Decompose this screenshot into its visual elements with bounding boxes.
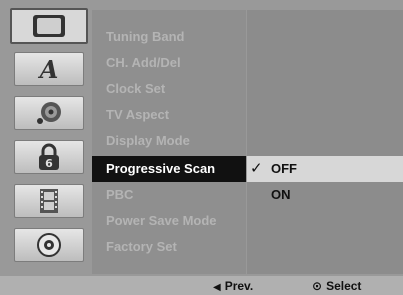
menu-item-pbc[interactable]: PBC <box>92 182 246 208</box>
menu-item-progressive-scan[interactable]: Progressive Scan <box>92 156 246 182</box>
category-icon-column: A 6 <box>8 6 88 274</box>
tab-audio-setup[interactable] <box>14 96 84 130</box>
select-hint[interactable]: ⊙ Select <box>312 279 361 293</box>
select-circle-icon: ⊙ <box>312 279 323 293</box>
tab-language-setup[interactable]: A <box>14 52 84 86</box>
language-a-icon: A <box>38 55 59 83</box>
menu-item-display-mode[interactable]: Display Mode <box>92 128 246 154</box>
menu-item-tuning-band[interactable]: Tuning Band <box>92 24 246 50</box>
film-icon <box>40 189 58 213</box>
key-hint-bar: ◀ Prev. ⊙ Select <box>0 276 403 295</box>
prev-hint-label: Prev. <box>224 279 254 293</box>
lock-icon: 6 <box>39 143 59 170</box>
tab-display-setup[interactable] <box>10 8 88 44</box>
prev-hint[interactable]: ◀ Prev. <box>213 279 253 293</box>
tab-lock-setup[interactable]: 6 <box>14 140 84 174</box>
menu-item-factory-set[interactable]: Factory Set <box>92 234 246 260</box>
tv-screen-icon <box>33 15 65 37</box>
tab-other-setup[interactable] <box>14 184 84 218</box>
disc-icon <box>37 233 61 257</box>
left-arrow-icon: ◀ <box>213 282 221 293</box>
option-off-label: OFF <box>271 161 297 176</box>
dvd-setup-screen: A 6 Tuning Band CH. Add/Del Clock Set TV… <box>0 0 403 295</box>
option-panel: ✓ OFF ON <box>247 10 403 274</box>
option-off[interactable]: ✓ OFF <box>247 156 403 182</box>
checkmark-icon: ✓ <box>250 160 263 177</box>
svg-text:6: 6 <box>45 157 53 170</box>
select-hint-label: Select <box>326 279 362 293</box>
audio-disc-icon <box>37 102 61 124</box>
menu-item-ch-add-del[interactable]: CH. Add/Del <box>92 50 246 76</box>
menu-item-tv-aspect[interactable]: TV Aspect <box>92 102 246 128</box>
tab-disc-setup[interactable] <box>14 228 84 262</box>
menu-item-clock-set[interactable]: Clock Set <box>92 76 246 102</box>
option-on[interactable]: ON <box>247 182 403 208</box>
settings-menu: Tuning Band CH. Add/Del Clock Set TV Asp… <box>92 10 246 274</box>
menu-item-power-save-mode[interactable]: Power Save Mode <box>92 208 246 234</box>
svg-text:A: A <box>38 55 59 83</box>
option-on-label: ON <box>271 187 291 202</box>
